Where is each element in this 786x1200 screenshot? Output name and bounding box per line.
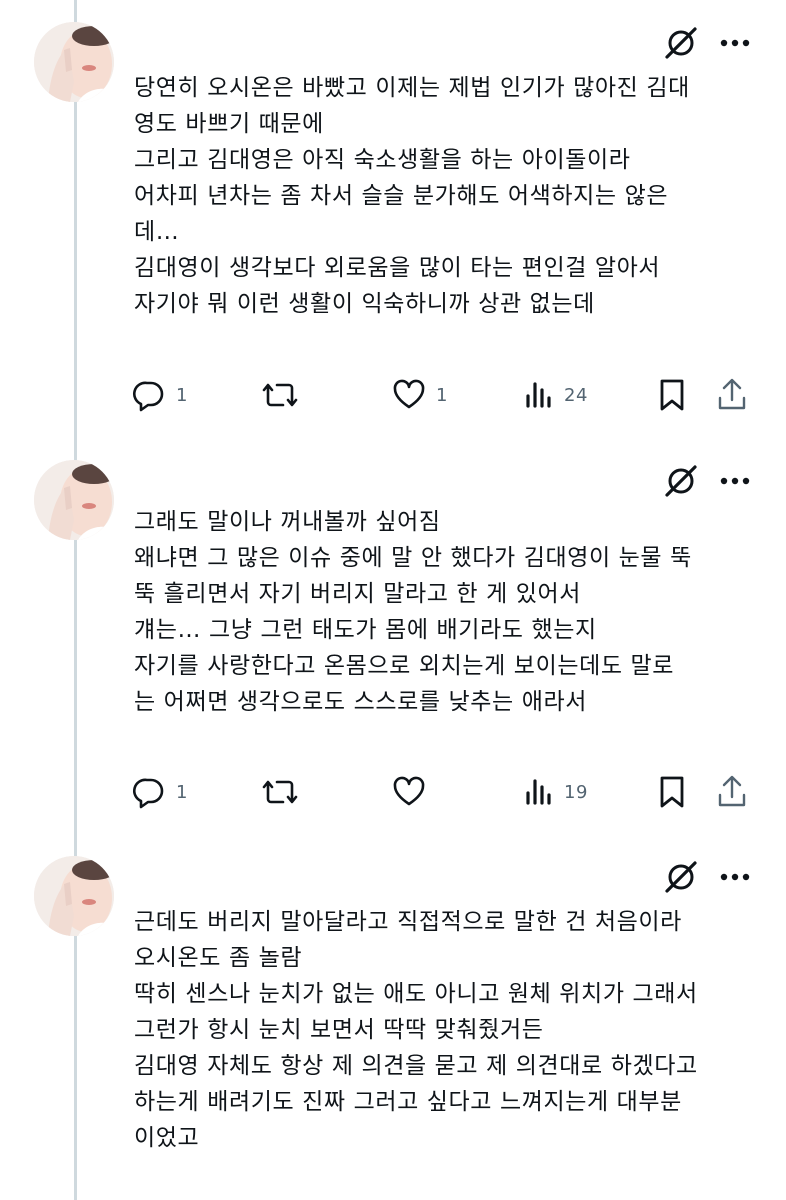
share-icon bbox=[718, 775, 746, 807]
post-text-line: 그런가 항시 눈치 보면서 딱딱 맞춰줬거든 bbox=[134, 1017, 544, 1043]
post-text-line: 자기를 사랑한다고 온몸으로 외치는게 보이는데도 말로 bbox=[134, 653, 675, 679]
view-count: 19 bbox=[564, 781, 588, 803]
post-text-line: 딱히 센스나 눈치가 없는 애도 아니고 원체 위치가 그래서 bbox=[134, 981, 698, 1007]
repost-icon bbox=[262, 383, 298, 407]
avatar[interactable] bbox=[34, 856, 114, 936]
avatar[interactable] bbox=[34, 22, 114, 102]
more-icon[interactable] bbox=[720, 873, 750, 881]
post-text-line: 근데도 버리지 말아달라고 직접적으로 말한 건 처음이라 bbox=[134, 909, 682, 935]
post-actions: 1 1 24 bbox=[132, 375, 752, 415]
grok-icon[interactable] bbox=[664, 464, 698, 498]
more-icon[interactable] bbox=[720, 39, 750, 47]
reply-icon bbox=[132, 381, 164, 412]
like-icon bbox=[393, 379, 425, 409]
share-button[interactable] bbox=[716, 375, 748, 415]
post-text-line: 그리고 김대영은 아직 숙소생활을 하는 아이돌이라 bbox=[134, 147, 631, 173]
views-icon bbox=[526, 382, 551, 408]
bookmark-button[interactable] bbox=[658, 375, 686, 415]
repost-icon bbox=[262, 780, 298, 804]
repost-button[interactable] bbox=[262, 772, 308, 812]
avatar[interactable] bbox=[34, 460, 114, 540]
views-button[interactable]: 24 bbox=[524, 375, 588, 415]
bookmark-button[interactable] bbox=[658, 772, 686, 812]
repost-button[interactable] bbox=[262, 375, 308, 415]
post-text-line: 당연히 오시온은 바빴고 이제는 제법 인기가 많아진 김대 bbox=[134, 75, 690, 101]
views-button[interactable]: 19 bbox=[524, 772, 588, 812]
post-text-line: 어차피 년차는 좀 차서 슬슬 분가해도 어색하지는 않은 bbox=[134, 183, 669, 209]
like-button[interactable]: 1 bbox=[392, 375, 448, 415]
reply-icon bbox=[132, 778, 164, 809]
post-text-line: 자기야 뭐 이런 생활이 익숙하니까 상관 없는데 bbox=[134, 291, 595, 317]
reply-button[interactable]: 1 bbox=[132, 772, 188, 812]
post-text-line: 왜냐면 그 많은 이슈 중에 말 안 했다가 김대영이 눈물 뚝 bbox=[134, 545, 692, 571]
post-text-line: 그래도 말이나 꺼내볼까 싶어짐 bbox=[134, 509, 441, 535]
more-icon[interactable] bbox=[720, 477, 750, 485]
reply-count: 1 bbox=[176, 384, 188, 406]
post-text-line: 데… bbox=[134, 219, 180, 245]
bookmark-icon bbox=[660, 379, 684, 411]
post-text-line: 김대영이 생각보다 외로움을 많이 타는 편인걸 알아서 bbox=[134, 255, 661, 281]
post-text-line: 이었고 bbox=[134, 1125, 200, 1151]
post-text-line: 오시온도 좀 놀람 bbox=[134, 945, 303, 971]
like-button[interactable] bbox=[392, 772, 436, 812]
post-text-line: 걔는… 그냥 그런 태도가 몸에 배기라도 했는지 bbox=[134, 617, 597, 643]
view-count: 24 bbox=[564, 384, 588, 406]
grok-icon[interactable] bbox=[664, 26, 698, 60]
post-actions: 1 19 bbox=[132, 772, 752, 812]
share-button[interactable] bbox=[716, 772, 748, 812]
views-icon bbox=[526, 779, 551, 805]
post-text-line: 영도 바쁘기 때문에 bbox=[134, 111, 324, 137]
like-icon bbox=[393, 776, 425, 806]
post-text-line: 는 어쩌면 생각으로도 스스로를 낮추는 애라서 bbox=[134, 689, 587, 715]
share-icon bbox=[718, 378, 746, 410]
like-count: 1 bbox=[436, 384, 448, 406]
grok-icon[interactable] bbox=[664, 860, 698, 894]
reply-button[interactable]: 1 bbox=[132, 375, 188, 415]
post-text-line: 김대영 자체도 항상 제 의견을 묻고 제 의견대로 하겠다고 bbox=[134, 1053, 698, 1079]
post-text-line: 하는게 배려기도 진짜 그러고 싶다고 느껴지는게 대부분 bbox=[134, 1089, 682, 1115]
thread-line bbox=[74, 0, 77, 1200]
reply-count: 1 bbox=[176, 781, 188, 803]
bookmark-icon bbox=[660, 776, 684, 808]
post-text-line: 뚝 흘리면서 자기 버리지 말라고 한 게 있어서 bbox=[134, 581, 582, 607]
